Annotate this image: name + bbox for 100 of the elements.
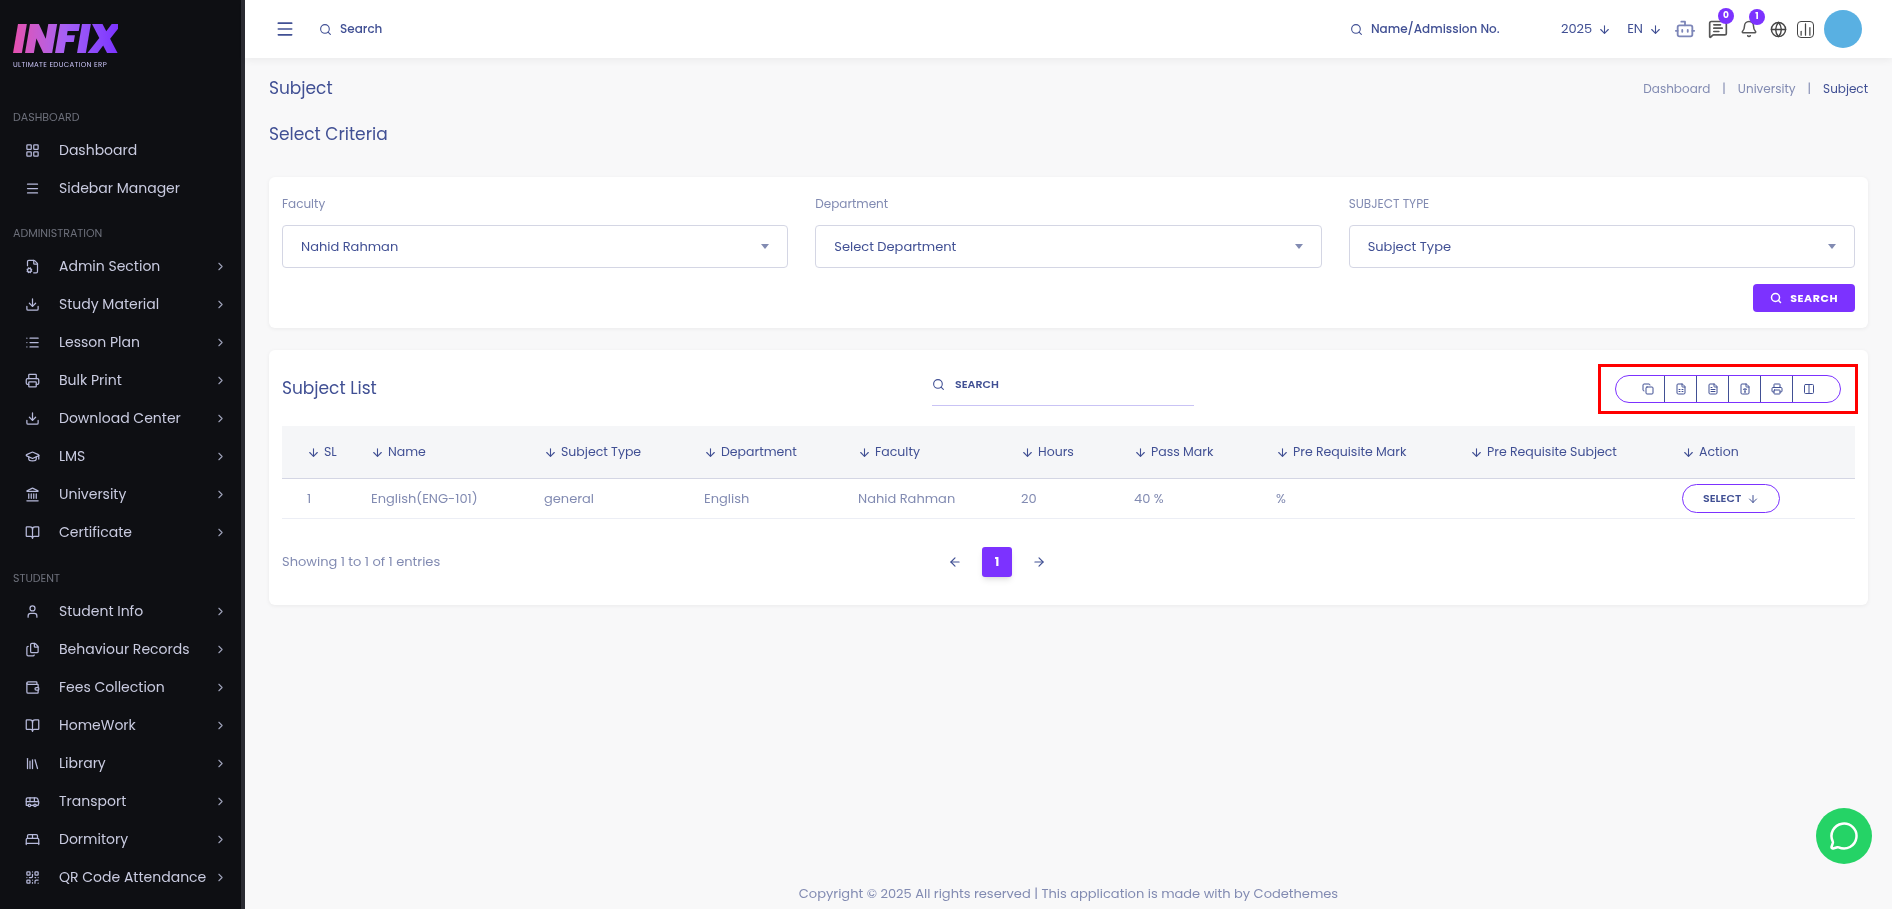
count-badge: 0 (1718, 8, 1734, 24)
breadcrumb-separator: | (1807, 79, 1812, 98)
column-header[interactable]: Subject Type (544, 442, 704, 462)
download-icon (25, 411, 40, 426)
sort-arrow-icon (544, 445, 557, 459)
grid-icon (25, 142, 40, 158)
table-cell-text: 1 (306, 488, 313, 509)
columns-icon (1802, 383, 1815, 395)
printer-icon (25, 373, 40, 388)
table-cell-text: % (1276, 488, 1287, 509)
menu-icon (25, 180, 40, 196)
sidebar-item[interactable]: Certificate (0, 513, 241, 552)
column-header[interactable]: Pre Requisite Mark (1276, 442, 1470, 462)
book-icon (25, 717, 40, 733)
document-icon (1706, 383, 1719, 395)
sort-arrow-icon (704, 445, 717, 459)
sidebar-item[interactable]: QR Code Attendance (0, 858, 241, 896)
bed-icon (25, 831, 40, 847)
column-header[interactable]: SL (282, 442, 371, 462)
sidebar-item[interactable]: Download Center (0, 399, 241, 438)
sidebar-item[interactable]: University (0, 475, 241, 514)
table-cell-text: 20 (1021, 488, 1038, 509)
count-badge: 1 (1749, 9, 1765, 25)
field-label: Faculty (282, 195, 327, 213)
sort-arrow-icon (1134, 445, 1147, 459)
column-header[interactable]: Department (704, 442, 858, 462)
arrow-down-icon (1747, 492, 1760, 505)
search-button[interactable]: SEARCH (1753, 284, 1855, 312)
sidebar-item[interactable]: Library (0, 744, 241, 782)
book-icon (25, 525, 40, 540)
arrow-down-icon (1598, 22, 1612, 36)
sidebar-item[interactable]: Dashboard (0, 131, 241, 169)
sort-arrow-icon (1276, 445, 1289, 459)
sort-arrow-icon (307, 445, 320, 459)
dropdown-caret-icon (761, 244, 770, 249)
sidebar-item[interactable]: Lesson Plan (0, 323, 241, 362)
card-title: Subject List (282, 376, 378, 402)
field-label: SUBJECT TYPE (1348, 195, 1431, 213)
chat-icon[interactable] (1708, 19, 1728, 39)
wallet-icon (25, 679, 40, 695)
search-icon (932, 378, 945, 391)
qr-code-icon (25, 869, 40, 885)
sidebar-item[interactable]: LMS (0, 437, 241, 476)
sidebar-item[interactable]: Fees Collection (0, 668, 241, 706)
sidebar-item[interactable]: Sidebar Manager (0, 169, 241, 207)
robot-icon[interactable] (1674, 18, 1696, 40)
menu-icon[interactable] (275, 19, 295, 39)
column-header[interactable]: Action (1682, 442, 1802, 462)
sort-arrow-icon (371, 445, 384, 459)
download-icon (25, 297, 40, 312)
column-header[interactable]: Hours (1021, 442, 1134, 462)
select-field[interactable]: Subject Type (1348, 225, 1855, 268)
document-gear-icon (25, 259, 40, 274)
chart-icon[interactable] (1797, 20, 1814, 38)
globe-icon[interactable] (1770, 20, 1787, 38)
section-title: Select Criteria (269, 121, 389, 147)
table-search-field[interactable]: SEARCH (955, 376, 1179, 393)
breadcrumb-link[interactable]: Subject (1823, 79, 1868, 98)
column-header[interactable]: Name (371, 442, 544, 462)
year-dropdown[interactable]: 2025 (1560, 19, 1612, 39)
page-button[interactable]: 1 (982, 547, 1012, 577)
breadcrumb-separator: | (1722, 79, 1726, 98)
dropdown-caret-icon (1828, 244, 1836, 249)
previous-page-icon[interactable] (948, 555, 962, 569)
sidebar-item[interactable]: Transport (0, 782, 241, 820)
table-cell-text: 40 % (1134, 488, 1165, 509)
sort-arrow-icon (1470, 445, 1483, 459)
next-page-icon[interactable] (1032, 555, 1046, 569)
entries-info: Showing 1 to 1 of 1 entries (282, 552, 442, 572)
sidebar-item[interactable]: Bulk Print (0, 361, 241, 400)
sort-arrow-icon (858, 445, 871, 459)
arrow-down-icon (1649, 22, 1662, 36)
library-icon (25, 755, 40, 771)
select-field[interactable]: Select Department (815, 225, 1322, 268)
file-icon (1738, 383, 1751, 395)
sidebar-item[interactable]: Dormitory (0, 820, 241, 858)
sidebar-item[interactable]: Student Info (0, 592, 241, 630)
bell-icon[interactable] (1740, 20, 1758, 38)
student-search-field[interactable]: Name/Admission No. (1370, 20, 1531, 38)
table-cell-text: Nahid Rahman (858, 488, 957, 509)
printer-icon (1770, 383, 1783, 395)
select-field[interactable]: Nahid Rahman (282, 225, 789, 268)
table-cell-text: English(ENG-101) (371, 488, 479, 509)
sidebar-item[interactable]: Behaviour Records (0, 630, 241, 668)
field-label: Department (815, 195, 890, 213)
search-field[interactable]: Search (340, 20, 500, 38)
user-icon (25, 603, 40, 619)
language-dropdown[interactable]: EN (1627, 19, 1662, 39)
sidebar-item[interactable]: HomeWork (0, 706, 241, 744)
sort-arrow-icon (1682, 445, 1695, 459)
column-header[interactable]: Faculty (858, 442, 1021, 462)
sidebar-item[interactable]: Study Material (0, 285, 241, 324)
graduation-cap-icon (25, 449, 40, 464)
list-icon (25, 335, 40, 350)
search-icon (319, 22, 332, 36)
chat-bubble-icon (1829, 821, 1859, 851)
sidebar-item[interactable]: Admin Section (0, 247, 241, 286)
sort-arrow-icon (1021, 445, 1034, 459)
column-header[interactable]: Pass Mark (1134, 442, 1276, 462)
column-header[interactable]: Pre Requisite Subject (1470, 442, 1682, 462)
